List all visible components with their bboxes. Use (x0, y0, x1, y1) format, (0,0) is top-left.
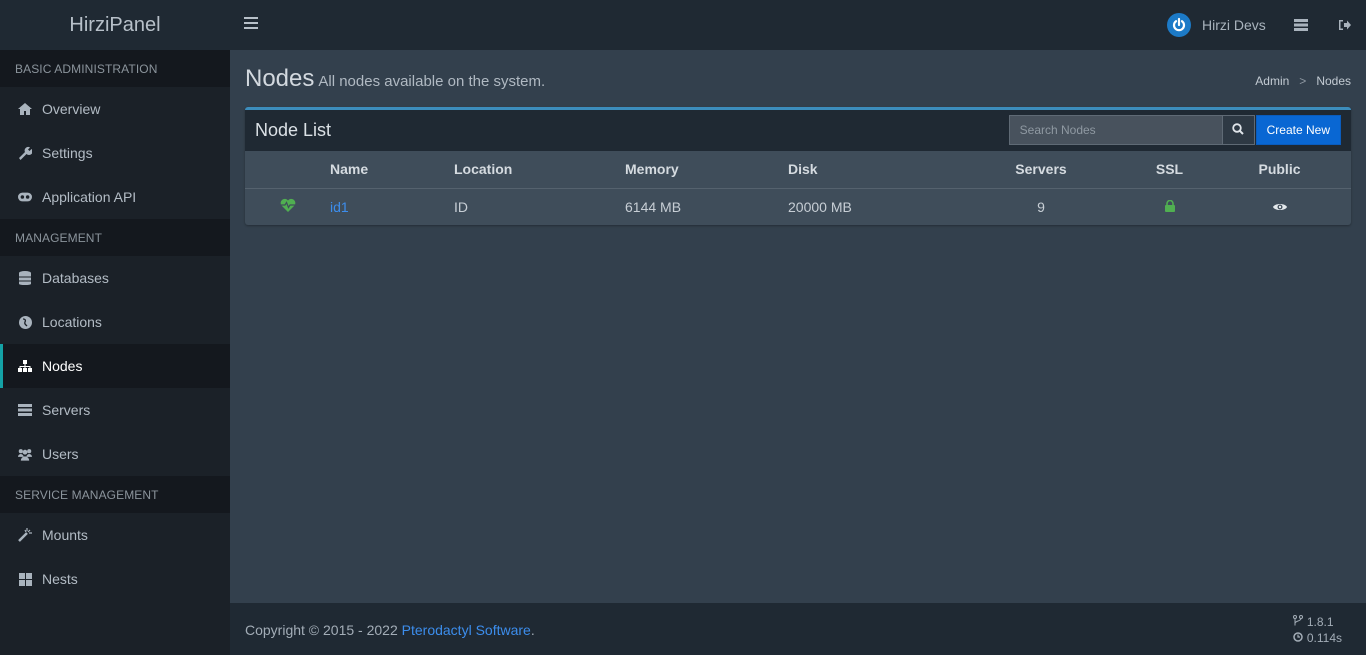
footer: Copyright © 2015 - 2022 Pterodactyl Soft… (230, 603, 1366, 655)
column-servers: Servers (951, 151, 1131, 189)
column-disk: Disk (788, 151, 951, 189)
node-ssl-cell (1131, 188, 1208, 225)
column-ssl: SSL (1131, 151, 1208, 189)
sidebar: BASIC ADMINISTRATION Overview Settings A… (0, 50, 230, 655)
sidebar-item-settings[interactable]: Settings (0, 131, 230, 175)
sidebar-item-servers[interactable]: Servers (0, 388, 230, 432)
user-menu[interactable]: Hirzi Devs (1167, 13, 1266, 37)
column-memory: Memory (625, 151, 788, 189)
top-navbar: HirziPanel Hirzi Devs (0, 0, 1366, 50)
search-nodes-input[interactable] (1008, 115, 1223, 145)
code-fork-icon (1292, 614, 1307, 630)
breadcrumb-separator: > (1299, 74, 1307, 88)
main-content: Nodes All nodes available on the system.… (230, 50, 1366, 603)
sidebar-item-label: Application API (42, 189, 137, 205)
node-public-cell (1208, 188, 1351, 225)
node-disk-cell: 20000 MB (788, 198, 852, 215)
gamepad-icon (18, 190, 32, 204)
server-list-icon[interactable] (1294, 18, 1308, 32)
column-public: Public (1208, 151, 1351, 189)
sidebar-item-overview[interactable]: Overview (0, 87, 230, 131)
node-name-cell: id1 (330, 188, 454, 225)
sidebar-item-users[interactable]: Users (0, 432, 230, 476)
search-icon (1232, 122, 1244, 138)
power-icon (1167, 13, 1191, 37)
sidebar-item-mounts[interactable]: Mounts (0, 513, 230, 557)
sidebar-item-label: Users (42, 446, 79, 462)
column-name: Name (330, 151, 454, 189)
sidebar-item-label: Nodes (42, 358, 83, 374)
breadcrumb-admin[interactable]: Admin (1255, 74, 1289, 88)
panel-version: 1.8.1 (1306, 615, 1334, 629)
server-icon (18, 403, 32, 417)
create-new-button[interactable]: Create New (1255, 115, 1341, 145)
sidebar-item-label: Overview (42, 101, 101, 117)
sidebar-item-label: Servers (42, 402, 91, 418)
sidebar-item-databases[interactable]: Databases (0, 256, 230, 300)
page-subtitle: All nodes available on the system. (318, 73, 546, 90)
sitemap-icon (18, 359, 32, 373)
column-status (245, 151, 330, 189)
copyright: Copyright © 2015 - 2022 Pterodactyl Soft… (245, 622, 535, 638)
node-table: Name Location Memory Disk Servers SSL Pu… (245, 151, 1351, 225)
sidebar-item-nests[interactable]: Nests (0, 557, 230, 601)
globe-icon (18, 315, 32, 329)
page-title: Nodes (245, 65, 315, 92)
breadcrumb-nodes: Nodes (1316, 74, 1351, 88)
sidebar-item-label: Mounts (42, 527, 88, 543)
lock-icon (1164, 199, 1175, 215)
eye-icon (1272, 199, 1287, 215)
node-status-cell (245, 188, 330, 225)
table-row: id1 ID 6144 MB 20000 MB 9 (245, 188, 1351, 225)
sidebar-section-header: BASIC ADMINISTRATION (0, 50, 230, 87)
heartbeat-icon (280, 199, 296, 215)
sidebar-item-label: Locations (42, 314, 102, 330)
database-icon (18, 271, 32, 285)
search-button[interactable] (1222, 115, 1255, 145)
search-form: Create New (1008, 115, 1341, 145)
sidebar-item-nodes[interactable]: Nodes (0, 344, 230, 388)
sidebar-item-application-api[interactable]: Application API (0, 175, 230, 219)
node-list-title: Node List (255, 120, 332, 140)
users-icon (18, 447, 32, 461)
node-memory-cell: 6144 MB (625, 198, 682, 215)
render-time: 0.114s (1306, 631, 1342, 645)
node-servers-cell: 9 (1037, 198, 1045, 215)
breadcrumb: Admin > Nodes (1255, 74, 1351, 88)
sidebar-item-label: Databases (42, 270, 109, 286)
copyright-suffix: . (530, 622, 535, 638)
column-location: Location (454, 151, 625, 189)
sidebar-item-label: Settings (42, 145, 93, 161)
sidebar-item-locations[interactable]: Locations (0, 300, 230, 344)
bars-icon[interactable] (244, 17, 258, 31)
sidebar-item-label: Nests (42, 571, 78, 587)
th-large-icon (18, 572, 32, 586)
sign-out-icon[interactable] (1338, 18, 1352, 32)
sidebar-section-header: SERVICE MANAGEMENT (0, 476, 230, 513)
magic-icon (18, 528, 32, 542)
node-list-header: Node List Create New (245, 110, 1351, 151)
clock-icon (1293, 630, 1307, 646)
page-header: Nodes All nodes available on the system. (245, 65, 545, 93)
copyright-text: Copyright © 2015 - 2022 (245, 622, 402, 638)
version-info: 1.8.1 0.114s (1292, 614, 1342, 646)
brand-logo[interactable]: HirziPanel (0, 0, 230, 50)
sidebar-section-header: MANAGEMENT (0, 219, 230, 256)
node-location-cell: ID (454, 198, 468, 215)
home-icon (18, 102, 32, 116)
pterodactyl-link[interactable]: Pterodactyl Software (402, 622, 531, 638)
user-name: Hirzi Devs (1202, 17, 1266, 33)
node-list-box: Node List Create New Name Location Memor… (245, 107, 1351, 225)
table-header-row: Name Location Memory Disk Servers SSL Pu… (245, 151, 1351, 189)
node-name-link[interactable]: id1 (330, 199, 349, 215)
wrench-icon (18, 146, 32, 160)
